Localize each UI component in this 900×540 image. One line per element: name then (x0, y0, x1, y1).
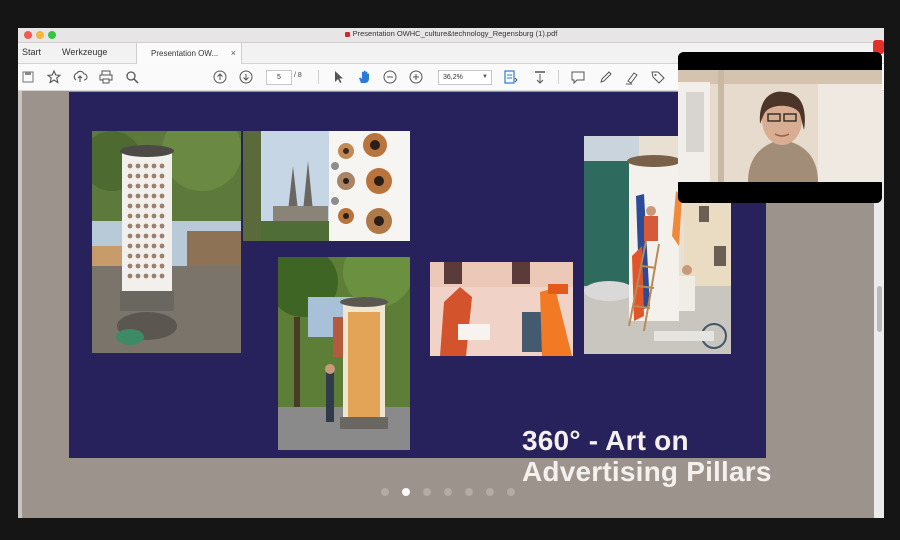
select-arrow-icon[interactable] (330, 69, 346, 85)
zoom-value: 36,2% (443, 74, 463, 81)
comment-icon[interactable] (570, 69, 586, 85)
hand-icon[interactable] (356, 69, 372, 85)
page-up-icon[interactable] (212, 69, 228, 85)
toolbar-divider (318, 70, 319, 84)
zoom-in-icon[interactable] (408, 69, 424, 85)
slide-title: 360° - Art on Advertising Pillars (522, 425, 772, 487)
presentation-slide (69, 92, 766, 458)
document-margin (18, 91, 22, 518)
tab-close-icon[interactable]: × (231, 48, 236, 58)
toolbar-divider (558, 70, 559, 84)
title-bar: Presentation OWHC_culture&technology_Reg… (18, 28, 884, 43)
slide-title-line2: Advertising Pillars (522, 456, 772, 487)
zoom-out-icon[interactable] (382, 69, 398, 85)
page-down-icon[interactable] (238, 69, 254, 85)
pager-dot[interactable] (507, 488, 515, 496)
highlight-icon[interactable] (624, 69, 640, 85)
upload-icon[interactable] (72, 69, 88, 85)
star-icon[interactable] (46, 69, 62, 85)
page-number-input[interactable]: 5 (266, 70, 292, 85)
pager-dot-active[interactable] (402, 488, 410, 496)
chevron-down-icon: ▼ (482, 74, 488, 80)
pen-icon[interactable] (598, 69, 614, 85)
zoom-level-select[interactable]: 36,2% ▼ (438, 70, 492, 85)
save-icon[interactable] (20, 69, 36, 85)
pager-dot[interactable] (444, 488, 452, 496)
pager-dot[interactable] (465, 488, 473, 496)
cathedral-and-pattern-photo (243, 131, 410, 241)
slide-title-line1: 360° - Art on (522, 425, 689, 456)
search-icon[interactable] (124, 69, 140, 85)
pager-dot[interactable] (486, 488, 494, 496)
tab-document[interactable]: Presentation OW... × (136, 43, 242, 64)
scrollbar-thumb[interactable] (877, 286, 882, 332)
print-icon[interactable] (98, 69, 114, 85)
pager-dot[interactable] (423, 488, 431, 496)
scroll-mode-icon[interactable] (532, 69, 548, 85)
presenter-video (678, 52, 882, 203)
painting-wall-photo (430, 262, 573, 356)
tab-document-label: Presentation OW... (151, 49, 219, 58)
fit-page-icon[interactable] (502, 69, 518, 85)
orange-pillar-photo (278, 257, 410, 450)
window-title-text: Presentation OWHC_culture&technology_Reg… (352, 29, 558, 38)
tab-start[interactable]: Start (22, 47, 41, 57)
tab-tools[interactable]: Werkzeuge (62, 47, 107, 57)
pager-dot[interactable] (381, 488, 389, 496)
window-title: Presentation OWHC_culture&technology_Reg… (18, 29, 884, 38)
pdf-file-icon (344, 31, 350, 37)
dotted-pillar-photo (92, 131, 241, 353)
page-total: / 8 (294, 72, 302, 79)
tag-icon[interactable] (650, 69, 666, 85)
